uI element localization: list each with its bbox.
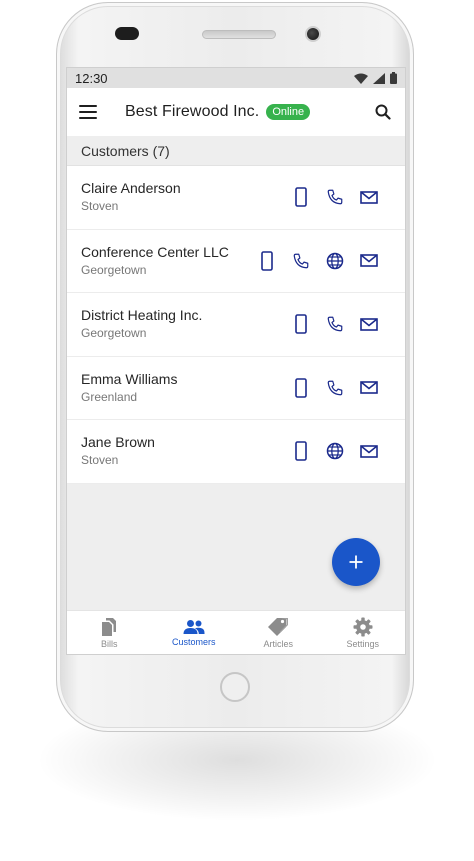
nav-settings[interactable]: Settings	[323, 617, 403, 649]
status-time: 12:30	[75, 70, 108, 86]
customer-actions	[257, 250, 379, 271]
mobile-phone-icon[interactable]	[291, 441, 311, 462]
proximity-sensor	[115, 27, 139, 40]
customer-name: Claire Anderson	[81, 180, 181, 197]
wifi-icon	[354, 73, 368, 84]
customers-people-icon	[183, 619, 205, 634]
email-icon[interactable]	[359, 251, 379, 271]
app-title: Best Firewood Inc.	[125, 103, 260, 120]
customer-actions	[291, 377, 379, 398]
customer-name: Emma Williams	[81, 370, 178, 387]
website-globe-icon[interactable]	[325, 251, 345, 271]
earpiece-speaker	[202, 30, 276, 39]
customer-actions	[291, 314, 379, 335]
customer-city: Greenland	[81, 389, 138, 404]
articles-tag-icon	[268, 617, 289, 636]
front-camera	[305, 26, 321, 42]
customers-section-header: Customers (7)	[67, 136, 405, 166]
customer-city: Georgetown	[81, 326, 147, 341]
customer-row[interactable]: Claire Anderson Stoven	[67, 166, 405, 230]
phone-call-icon[interactable]	[325, 378, 345, 398]
mobile-phone-icon[interactable]	[291, 187, 311, 208]
customer-name: District Heating Inc.	[81, 307, 203, 324]
phone-call-icon[interactable]	[325, 314, 345, 334]
nav-bills[interactable]: Bills	[69, 617, 149, 649]
signal-icon	[373, 72, 385, 84]
menu-icon-bar	[79, 117, 97, 119]
customer-city: Stoven	[81, 453, 119, 468]
customer-list: Claire Anderson Stoven Conference Center…	[67, 166, 405, 484]
customer-info: Claire Anderson Stoven	[81, 179, 181, 215]
customer-city: Georgetown	[81, 262, 147, 277]
customer-name: Jane Brown	[81, 434, 155, 451]
battery-icon	[390, 72, 397, 84]
nav-articles[interactable]: Articles	[238, 617, 318, 649]
customer-actions	[291, 441, 379, 462]
mobile-phone-icon[interactable]	[291, 377, 311, 398]
customer-info: Conference Center LLC Georgetown	[81, 243, 229, 279]
nav-bills-label: Bills	[100, 638, 118, 649]
status-icons	[354, 72, 397, 84]
nav-customers[interactable]: Customers	[154, 619, 234, 647]
menu-icon-bar	[79, 105, 97, 107]
nav-articles-label: Articles	[263, 638, 293, 649]
status-bar: 12:30	[67, 68, 405, 88]
customer-info: District Heating Inc. Georgetown	[81, 306, 202, 342]
bottom-navigation: Bills Customers Articles Settings	[67, 610, 405, 654]
settings-gear-icon	[353, 617, 373, 636]
customer-row[interactable]: District Heating Inc. Georgetown	[67, 293, 405, 357]
email-icon[interactable]	[359, 378, 379, 398]
customer-name: Conference Center LLC	[81, 243, 229, 260]
customer-info: Jane Brown Stoven	[81, 433, 155, 469]
nav-customers-label: Customers	[171, 636, 216, 647]
plus-icon	[349, 555, 363, 569]
nav-settings-label: Settings	[346, 638, 380, 649]
mobile-phone-icon[interactable]	[291, 314, 311, 335]
mobile-phone-icon[interactable]	[257, 250, 277, 271]
customer-info: Emma Williams Greenland	[81, 370, 177, 406]
app-bar: Best Firewood Inc. Online	[67, 88, 405, 136]
menu-button[interactable]	[79, 105, 97, 119]
phone-call-icon[interactable]	[325, 187, 345, 207]
search-icon[interactable]	[375, 104, 391, 120]
customer-row[interactable]: Emma Williams Greenland	[67, 357, 405, 420]
bills-documents-icon	[102, 617, 117, 636]
customer-row[interactable]: Conference Center LLC Georgetown	[67, 230, 405, 293]
phone-call-icon[interactable]	[291, 251, 311, 271]
website-globe-icon[interactable]	[325, 441, 345, 461]
home-button[interactable]	[220, 672, 250, 702]
add-customer-button[interactable]	[332, 538, 380, 586]
online-status-badge: Online	[266, 104, 311, 120]
email-icon[interactable]	[359, 441, 379, 461]
app-screen: 12:30 Best Firewood Inc. Online Customer…	[66, 67, 406, 655]
customer-actions	[291, 187, 379, 208]
menu-icon-bar	[79, 111, 97, 113]
customer-row[interactable]: Jane Brown Stoven	[67, 420, 405, 484]
email-icon[interactable]	[359, 314, 379, 334]
customer-city: Stoven	[81, 199, 119, 214]
email-icon[interactable]	[359, 187, 379, 207]
